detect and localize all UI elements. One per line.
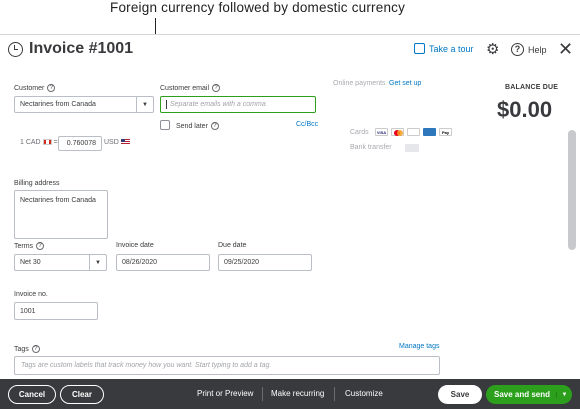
invoice-header: Invoice #1001 Take a tour ⚙ ? Help ✕ bbox=[0, 35, 580, 65]
invoice-date-value: 08/26/2020 bbox=[122, 259, 158, 266]
balance-due-label: BALANCE DUE bbox=[505, 84, 559, 91]
chevron-down-icon[interactable]: ▼ bbox=[136, 97, 153, 112]
text-caret bbox=[166, 100, 167, 109]
billing-address-field[interactable]: Nectarines from Canada bbox=[14, 190, 108, 239]
exchange-rate-input[interactable]: 0.760078 bbox=[58, 136, 102, 151]
due-date-label: Due date bbox=[218, 242, 247, 249]
us-flag-icon bbox=[120, 139, 130, 146]
invoice-date-label: Invoice date bbox=[116, 242, 154, 249]
tags-placeholder: Tags are custom labels that track money … bbox=[21, 362, 272, 369]
customer-email-label: Customer email? bbox=[160, 84, 221, 92]
bank-icon bbox=[405, 144, 419, 152]
print-preview-button[interactable]: Print or Preview bbox=[197, 389, 253, 398]
take-a-tour-link[interactable]: Take a tour bbox=[414, 43, 474, 54]
send-later-label: Send later? bbox=[176, 122, 219, 130]
applepay-icon: Pay bbox=[439, 128, 452, 136]
history-icon[interactable] bbox=[8, 42, 23, 57]
exchange-rate-value: 0.760078 bbox=[66, 140, 96, 147]
discover-icon bbox=[407, 128, 420, 136]
terms-value: Net 30 bbox=[20, 259, 41, 266]
balance-due-value: $0.00 bbox=[497, 97, 553, 122]
cc-bcc-link[interactable]: Cc/Bcc bbox=[296, 121, 318, 128]
close-icon[interactable]: ✕ bbox=[558, 39, 573, 59]
get-set-up-link[interactable]: Get set up bbox=[389, 80, 421, 87]
canada-flag-icon bbox=[42, 139, 52, 146]
tags-input[interactable]: Tags are custom labels that track money … bbox=[14, 356, 440, 375]
terms-label: Terms? bbox=[14, 242, 45, 250]
make-recurring-button[interactable]: Make recurring bbox=[271, 389, 324, 398]
send-later-text: Send later bbox=[176, 122, 208, 130]
footer-divider bbox=[334, 387, 335, 401]
footer-bar: Cancel Clear Print or Preview Make recur… bbox=[0, 379, 580, 409]
tour-icon bbox=[414, 43, 425, 54]
scrollbar[interactable] bbox=[568, 130, 576, 250]
terms-select[interactable]: Net 30 ▼ bbox=[14, 254, 107, 271]
invoice-window: Invoice #1001 Take a tour ⚙ ? Help ✕ Cus… bbox=[0, 34, 580, 409]
page-title: Invoice #1001 bbox=[29, 40, 134, 57]
card-logos: VISA Pay bbox=[375, 128, 452, 136]
exchange-rate-prefix: 1 CAD = bbox=[20, 139, 58, 146]
home-currency: USD bbox=[104, 139, 130, 146]
email-placeholder: Separate emails with a comma bbox=[170, 101, 266, 108]
tour-label: Take a tour bbox=[429, 43, 474, 54]
visa-icon: VISA bbox=[375, 128, 388, 136]
save-and-send-button[interactable]: Save and send ▼ bbox=[486, 385, 572, 404]
invoice-date-field[interactable]: 08/26/2020 bbox=[116, 254, 210, 271]
customer-value: Nectarines from Canada bbox=[20, 101, 96, 108]
annotation-text: Foreign currency followed by domestic cu… bbox=[110, 0, 406, 15]
customer-select[interactable]: Nectarines from Canada ▼ bbox=[14, 96, 154, 113]
terms-label-text: Terms bbox=[14, 242, 34, 250]
invoice-no-value: 1001 bbox=[20, 307, 36, 315]
chevron-down-icon[interactable]: ▼ bbox=[89, 255, 106, 270]
save-and-send-label: Save and send bbox=[494, 390, 551, 399]
help-icon: ? bbox=[511, 43, 524, 56]
amex-icon bbox=[423, 128, 436, 136]
send-later-help-icon[interactable]: ? bbox=[210, 122, 219, 130]
customize-button[interactable]: Customize bbox=[345, 389, 383, 398]
manage-tags-link[interactable]: Manage tags bbox=[399, 343, 439, 350]
customer-label: Customer? bbox=[14, 84, 56, 92]
customer-label-text: Customer bbox=[14, 84, 45, 92]
tags-label-text: Tags bbox=[14, 345, 29, 353]
customer-email-label-text: Customer email bbox=[160, 84, 210, 92]
due-date-field[interactable]: 09/25/2020 bbox=[218, 254, 312, 271]
gear-icon[interactable]: ⚙ bbox=[486, 42, 500, 57]
mastercard-icon bbox=[391, 128, 404, 136]
annotation: Foreign currency followed by domestic cu… bbox=[0, 0, 580, 34]
foreign-currency-code: 1 CAD bbox=[20, 139, 41, 146]
cards-label: Cards bbox=[350, 129, 369, 136]
email-help-icon[interactable]: ? bbox=[212, 84, 221, 92]
invoice-no-field[interactable]: 1001 bbox=[14, 302, 98, 320]
help-label: Help bbox=[528, 44, 547, 55]
tags-label: Tags? bbox=[14, 345, 40, 353]
clear-button[interactable]: Clear bbox=[60, 385, 104, 404]
home-currency-code: USD bbox=[104, 139, 119, 146]
help-button[interactable]: ? Help bbox=[511, 43, 547, 56]
customer-email-field[interactable]: Separate emails with a comma bbox=[160, 96, 316, 113]
invoice-no-label: Invoice no. bbox=[14, 291, 48, 298]
bank-transfer-label: Bank transfer bbox=[350, 144, 392, 151]
terms-help-icon[interactable]: ? bbox=[36, 242, 45, 250]
due-date-value: 09/25/2020 bbox=[224, 259, 260, 266]
chevron-down-icon[interactable]: ▼ bbox=[556, 391, 572, 398]
footer-divider bbox=[262, 387, 263, 401]
customer-help-icon[interactable]: ? bbox=[47, 84, 56, 92]
billing-address-label: Billing address bbox=[14, 180, 60, 187]
tags-help-icon[interactable]: ? bbox=[31, 345, 40, 353]
send-later-checkbox[interactable] bbox=[160, 120, 170, 130]
online-payments-label: Online payments bbox=[333, 80, 386, 87]
save-button[interactable]: Save bbox=[438, 385, 482, 404]
cancel-button[interactable]: Cancel bbox=[8, 385, 56, 404]
